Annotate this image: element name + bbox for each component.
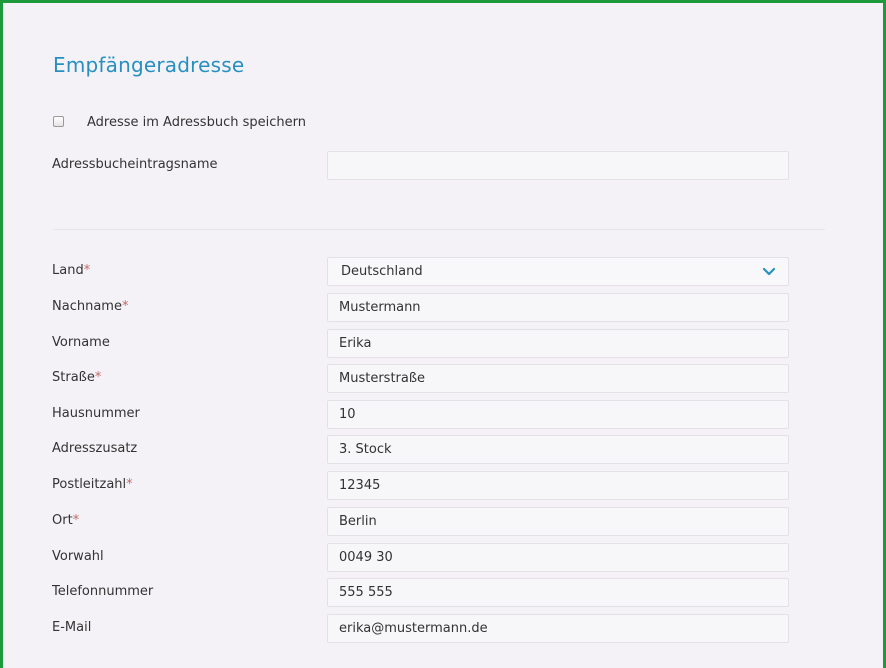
row-ort: Ort* Berlin bbox=[3, 507, 883, 537]
adresszusatz-label: Adresszusatz bbox=[52, 441, 138, 456]
vorwahl-input[interactable]: 0049 30 bbox=[327, 543, 789, 572]
row-hausnummer: Hausnummer 10 bbox=[3, 400, 883, 430]
postleitzahl-input[interactable]: 12345 bbox=[327, 471, 789, 500]
nachname-input[interactable]: Mustermann bbox=[327, 293, 789, 322]
required-marker: * bbox=[83, 263, 91, 278]
section-divider bbox=[53, 229, 825, 230]
save-to-addressbook-checkbox[interactable] bbox=[53, 116, 64, 127]
land-selected-value: Deutschland bbox=[341, 264, 423, 279]
section-title: Empfängeradresse bbox=[53, 53, 245, 77]
telefonnummer-label: Telefonnummer bbox=[52, 584, 154, 599]
row-entry-name: Adressbucheintragsname bbox=[3, 151, 883, 181]
save-to-addressbook-label[interactable]: Adresse im Adressbuch speichern bbox=[87, 115, 306, 130]
required-marker: * bbox=[121, 299, 129, 314]
chevron-down-icon[interactable] bbox=[762, 265, 776, 279]
nachname-label: Nachname* bbox=[52, 299, 129, 314]
email-input[interactable]: erika@mustermann.de bbox=[327, 614, 789, 643]
row-vorname: Vorname Erika bbox=[3, 329, 883, 359]
entry-name-input[interactable] bbox=[327, 151, 789, 180]
row-land: Land* Deutschland bbox=[3, 257, 883, 287]
row-vorwahl: Vorwahl 0049 30 bbox=[3, 543, 883, 573]
hausnummer-input[interactable]: 10 bbox=[327, 400, 789, 429]
vorname-input[interactable]: Erika bbox=[327, 329, 789, 358]
required-marker: * bbox=[72, 513, 80, 528]
entry-name-label: Adressbucheintragsname bbox=[52, 157, 218, 172]
strasse-label: Straße* bbox=[52, 370, 102, 385]
row-nachname: Nachname* Mustermann bbox=[3, 293, 883, 323]
land-select[interactable]: Deutschland bbox=[327, 257, 789, 286]
address-form: Empfängeradresse Adresse im Adressbuch s… bbox=[3, 3, 883, 668]
required-marker: * bbox=[126, 477, 133, 492]
ort-input[interactable]: Berlin bbox=[327, 507, 789, 536]
row-telefonnummer: Telefonnummer 555 555 bbox=[3, 578, 883, 608]
vorname-label: Vorname bbox=[52, 335, 110, 350]
telefonnummer-input[interactable]: 555 555 bbox=[327, 578, 789, 607]
strasse-input[interactable]: Musterstraße bbox=[327, 364, 789, 393]
ort-label: Ort* bbox=[52, 513, 80, 528]
vorwahl-label: Vorwahl bbox=[52, 549, 104, 564]
postleitzahl-label: Postleitzahl* bbox=[52, 477, 133, 492]
adresszusatz-input[interactable]: 3. Stock bbox=[327, 435, 789, 464]
land-label: Land* bbox=[52, 263, 91, 278]
row-postleitzahl: Postleitzahl* 12345 bbox=[3, 471, 883, 501]
hausnummer-label: Hausnummer bbox=[52, 406, 140, 421]
row-email: E-Mail erika@mustermann.de bbox=[3, 614, 883, 644]
email-label: E-Mail bbox=[52, 620, 92, 635]
required-marker: * bbox=[94, 370, 102, 385]
row-strasse: Straße* Musterstraße bbox=[3, 364, 883, 394]
row-adresszusatz: Adresszusatz 3. Stock bbox=[3, 435, 883, 465]
